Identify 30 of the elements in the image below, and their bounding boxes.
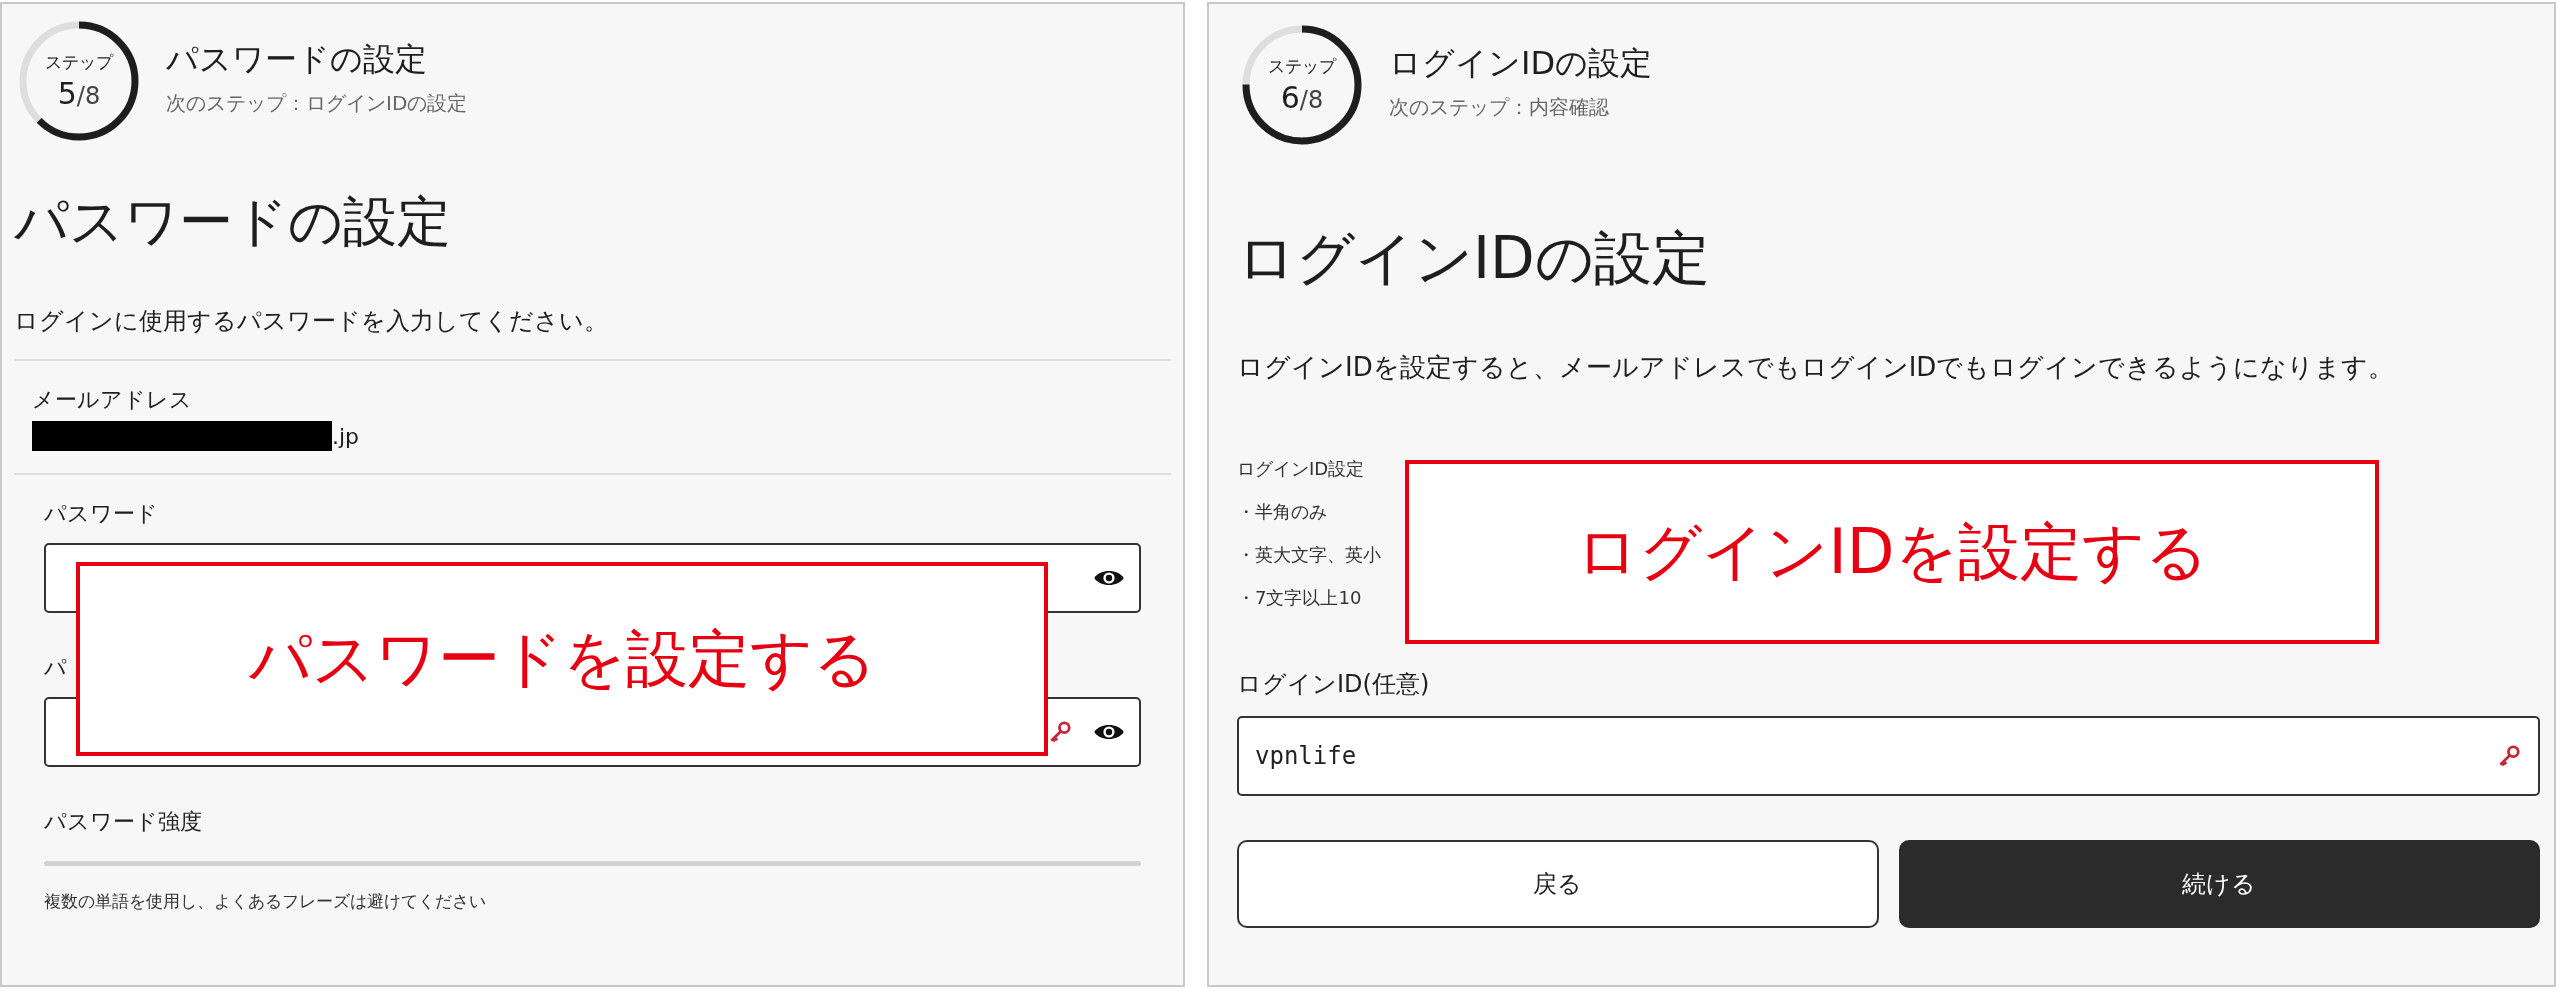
description-text: ログインIDを設定すると、メールアドレスでもログインIDでもログインできるようになります。 [1237, 351, 2396, 384]
key-icon [1047, 719, 1073, 745]
login-id-label: ログインID(任意) [1237, 669, 1430, 700]
strength-hint: 複数の単語を使用し、よくあるフレーズは避けてください [44, 890, 487, 913]
step-count: 6/8 [1280, 80, 1324, 115]
rules-title: ログインID設定 [1237, 457, 1365, 481]
rule-item: ・英大文字、英小 [1237, 543, 1381, 567]
email-value: .jp [332, 423, 360, 449]
password-confirm-label: パ [44, 654, 67, 682]
step-count: 5/8 [57, 76, 101, 111]
step-label: ステップ [45, 51, 113, 74]
password-label: パスワード [44, 500, 158, 528]
page-heading: ログインIDの設定 [1237, 223, 1711, 294]
login-id-field[interactable]: vpnlife [1237, 716, 2540, 796]
step-title: ログインIDの設定 [1389, 42, 1653, 84]
key-icon [2496, 743, 2522, 769]
description-text: ログインに使用するパスワードを入力してください。 [14, 306, 609, 337]
email-label: メールアドレス [32, 386, 192, 414]
rule-item: ・7文字以上10 [1237, 586, 1362, 610]
password-strength-label: パスワード強度 [44, 808, 202, 836]
back-button[interactable]: 戻る [1237, 840, 1879, 928]
annotation-tooltip: ログインIDを設定する [1405, 460, 2379, 644]
annotation-tooltip: パスワードを設定する [76, 562, 1048, 756]
step-title: パスワードの設定 [166, 38, 428, 80]
next-step-text: 次のステップ：ログインIDの設定 [166, 89, 468, 117]
continue-button[interactable]: 続ける [1898, 840, 2540, 928]
next-step-text: 次のステップ：内容確認 [1389, 93, 1610, 121]
page-heading: パスワードの設定 [14, 189, 452, 255]
rule-item: ・半角のみ [1237, 500, 1327, 524]
step-label: ステップ [1268, 55, 1336, 78]
